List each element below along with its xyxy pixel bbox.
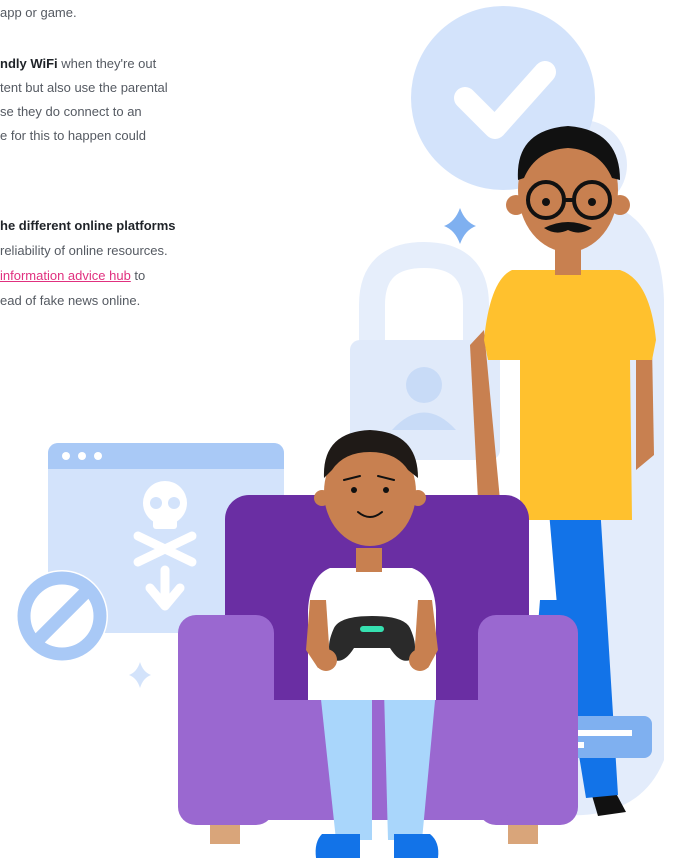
family-illustration [16, 6, 664, 858]
prohibited-icon [16, 570, 108, 662]
small-sparkle-icon [129, 662, 151, 688]
sparkle-icon [444, 208, 476, 244]
